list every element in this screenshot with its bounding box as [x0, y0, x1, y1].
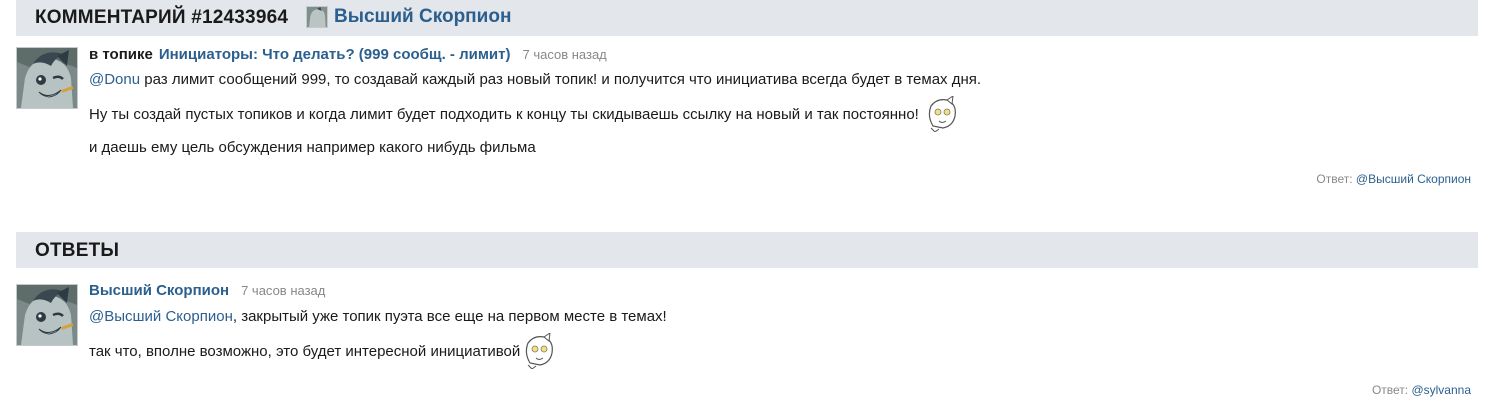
answer-text-1: , закрытый уже топик пуэта все еще на пе…	[232, 308, 667, 325]
answer-line-2: так что, вполне возможно, это будет инте…	[89, 331, 556, 370]
comment-title: КОММЕНТАРИЙ #12433964	[35, 7, 289, 28]
answer-mention-link[interactable]: @Высший Скорпион	[89, 308, 233, 325]
reply-label: Ответ:	[1371, 383, 1412, 397]
reply-target-link[interactable]: @Высший Скорпион	[1356, 172, 1471, 186]
answer-line-1: @Высший Скорпион , закрытый уже топик пу…	[89, 308, 667, 325]
comment-reply-to: Ответ: @Высший Скорпион	[1316, 172, 1471, 186]
comment-text-3: и даешь ему цель обсуждения например как…	[89, 139, 536, 156]
reply-label: Ответ:	[1316, 172, 1356, 186]
in-topic-label: в топике	[89, 46, 153, 63]
answer-time: 7 часов назад	[241, 283, 326, 298]
comment-time: 7 часов назад	[522, 47, 607, 62]
answer-meta: Высший Скорпион 7 часов назад	[89, 282, 325, 299]
header-avatar-icon[interactable]	[306, 6, 328, 28]
comment-text-1: раз лимит сообщений 999, то создавай каж…	[140, 71, 982, 88]
answers-header: ОТВЕТЫ	[16, 232, 1478, 268]
comment-line-2: Ну ты создай пустых топиков и когда лими…	[89, 94, 959, 133]
comment-header: КОММЕНТАРИЙ #12433964 Высший Скорпион	[16, 0, 1478, 36]
comment-line-3: и даешь ему цель обсуждения например как…	[89, 139, 536, 156]
answer-text-2: так что, вполне возможно, это будет инте…	[89, 342, 521, 360]
reply-target-link[interactable]: @sylvanna	[1411, 383, 1471, 397]
pony-smiley-icon	[522, 331, 556, 370]
answer-avatar-icon[interactable]	[16, 284, 78, 346]
pony-smiley-icon	[925, 94, 959, 133]
header-author-link[interactable]: Высший Скорпион	[334, 6, 511, 28]
comment-text-2: Ну ты создай пустых топиков и когда лими…	[89, 105, 919, 123]
comment-meta: в топике Инициаторы: Что делать? (999 со…	[89, 46, 607, 63]
answers-title: ОТВЕТЫ	[35, 240, 120, 261]
header-author[interactable]: Высший Скорпион	[306, 6, 511, 28]
topic-link[interactable]: Инициаторы: Что делать? (999 сообщ. - ли…	[159, 46, 511, 63]
comment-avatar-icon[interactable]	[16, 47, 78, 109]
mention-link[interactable]: @Donu	[89, 71, 140, 88]
answer-author-link[interactable]: Высший Скорпион	[89, 282, 229, 299]
answer-reply-to: Ответ: @sylvanna	[1372, 383, 1471, 397]
comment-line-1: @Donu раз лимит сообщений 999, то создав…	[89, 71, 981, 88]
